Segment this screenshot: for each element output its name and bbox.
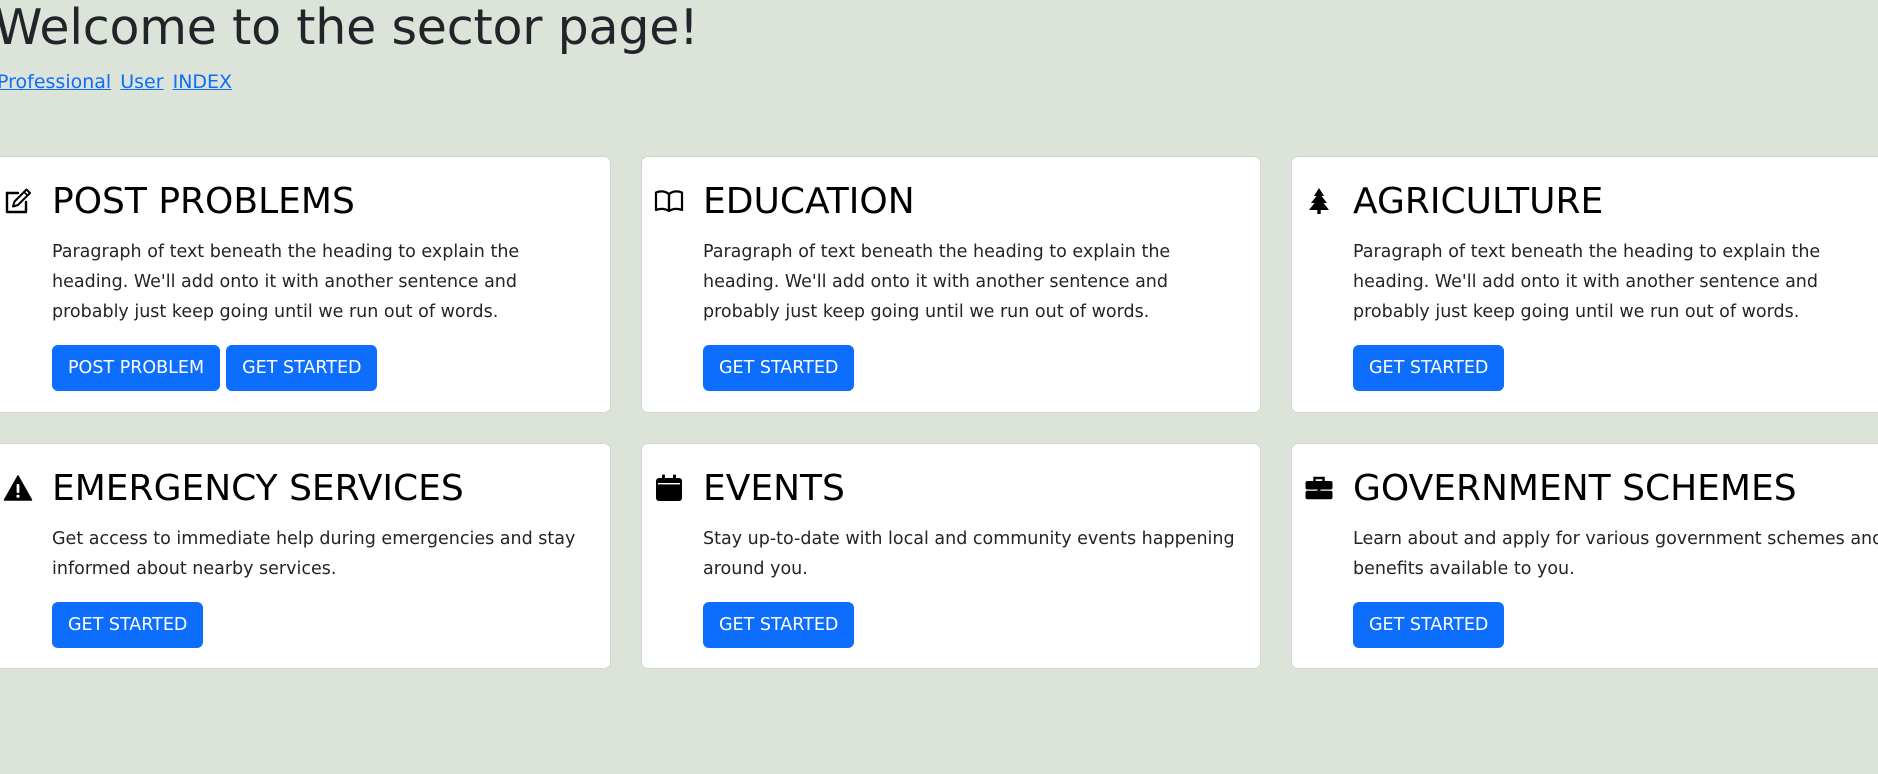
card-government-schemes: GOVERNMENT SCHEMES Learn about and apply… — [1291, 443, 1878, 669]
get-started-button[interactable]: GET STARTED — [226, 345, 378, 391]
card-title: POST PROBLEMS — [52, 181, 355, 222]
card-text: Learn about and apply for various govern… — [1353, 529, 1878, 579]
card-title: EVENTS — [703, 468, 845, 509]
card-actions: GET STARTED — [703, 345, 855, 391]
get-started-button[interactable]: GET STARTED — [1353, 345, 1505, 391]
nav-link-index[interactable]: INDEX — [173, 71, 232, 93]
tree-icon — [1304, 186, 1334, 216]
page-title: Welcome to the sector page! — [0, 0, 699, 56]
card-actions: GET STARTED — [1353, 602, 1505, 648]
warning-triangle-icon — [3, 473, 33, 503]
card-text: Stay up-to-date with local and community… — [703, 529, 1235, 579]
nav-link-professional[interactable]: Professional — [0, 71, 111, 93]
get-started-button[interactable]: GET STARTED — [703, 345, 855, 391]
card-text: Paragraph of text beneath the heading to… — [1353, 242, 1821, 322]
card-actions: POST PROBLEM GET STARTED — [52, 345, 378, 391]
card-text: Get access to immediate help during emer… — [52, 529, 576, 579]
card-emergency-services: EMERGENCY SERVICES Get access to immedia… — [0, 443, 611, 669]
card-text: Paragraph of text beneath the heading to… — [703, 242, 1171, 322]
pencil-square-icon — [3, 186, 33, 216]
card-actions: GET STARTED — [703, 602, 855, 648]
book-icon — [654, 186, 684, 216]
card-events: EVENTS Stay up-to-date with local and co… — [641, 443, 1261, 669]
get-started-button[interactable]: GET STARTED — [1353, 602, 1505, 648]
nav-link-user[interactable]: User — [120, 71, 163, 93]
card-title: EDUCATION — [703, 181, 915, 222]
card-agriculture: AGRICULTURE Paragraph of text beneath th… — [1291, 156, 1878, 413]
card-post-problems: POST PROBLEMS Paragraph of text beneath … — [0, 156, 611, 413]
card-actions: GET STARTED — [52, 602, 204, 648]
card-actions: GET STARTED — [1353, 345, 1505, 391]
get-started-button[interactable]: GET STARTED — [703, 602, 855, 648]
get-started-button[interactable]: GET STARTED — [52, 602, 204, 648]
card-title: GOVERNMENT SCHEMES — [1353, 468, 1797, 509]
post-problem-button[interactable]: POST PROBLEM — [52, 345, 221, 391]
card-education: EDUCATION Paragraph of text beneath the … — [641, 156, 1261, 413]
calendar-icon — [654, 473, 684, 503]
nav-links: Professional User INDEX — [0, 69, 235, 95]
briefcase-icon — [1304, 473, 1334, 503]
card-title: AGRICULTURE — [1353, 181, 1604, 222]
card-text: Paragraph of text beneath the heading to… — [52, 242, 520, 322]
card-title: EMERGENCY SERVICES — [52, 468, 464, 509]
